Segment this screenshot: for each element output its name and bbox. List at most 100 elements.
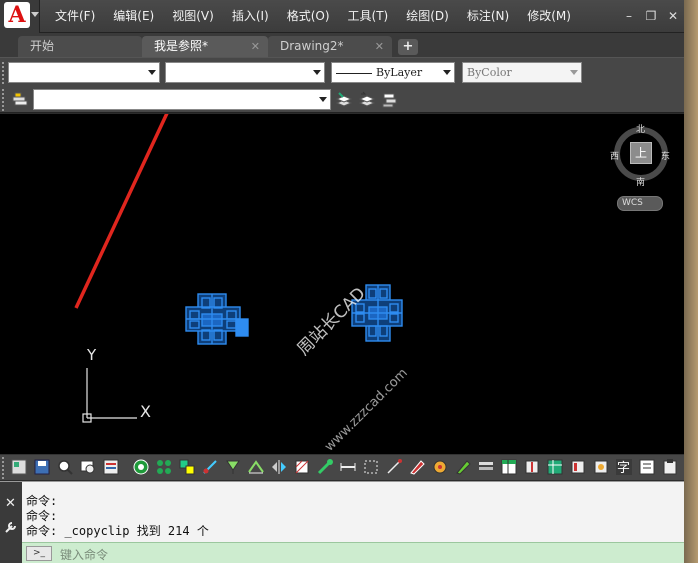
point-icon[interactable] <box>201 458 219 476</box>
desktop-background-edge <box>684 0 698 563</box>
menu-dimension[interactable]: 标注(N) <box>458 0 518 33</box>
command-history: 命令: 命令: 命令: _copyclip 找到 214 个 <box>26 494 209 539</box>
save-icon[interactable] <box>33 458 51 476</box>
explode-icon[interactable] <box>431 458 449 476</box>
circle-icon[interactable] <box>132 458 150 476</box>
floor-plan-block-1[interactable] <box>185 293 249 345</box>
dimension-icon[interactable] <box>224 458 242 476</box>
new-tab-button[interactable]: + <box>398 39 418 55</box>
wcs-menu-button[interactable]: WCS <box>617 196 663 211</box>
close-tab-icon[interactable]: ✕ <box>251 36 260 57</box>
align-icon[interactable] <box>247 458 265 476</box>
restore-button[interactable]: ❐ <box>644 9 658 23</box>
menu-modify[interactable]: 修改(M) <box>518 0 580 33</box>
tab-label: 开始 <box>30 39 55 53</box>
draw-pen-icon[interactable] <box>454 458 472 476</box>
search-icon[interactable] <box>56 458 74 476</box>
menu-tools[interactable]: 工具(T) <box>339 0 398 33</box>
attach-icon[interactable] <box>592 458 610 476</box>
menu-draw[interactable]: 绘图(D) <box>397 0 458 33</box>
mtext-icon[interactable] <box>638 458 656 476</box>
compass-north[interactable]: 北 <box>636 122 645 135</box>
layers-toolbar <box>0 87 684 113</box>
ucs-icon <box>82 368 137 423</box>
chevron-down-icon <box>148 70 156 75</box>
autocad-logo-icon: A <box>4 2 30 28</box>
tab-drawing2[interactable]: Drawing2* ✕ <box>268 36 392 57</box>
viewcube[interactable]: 上 北 南 东 西 <box>610 122 674 188</box>
properties-icon[interactable] <box>102 458 120 476</box>
select-window-icon[interactable] <box>362 458 380 476</box>
mirror-icon[interactable] <box>270 458 288 476</box>
toolbar-grip[interactable] <box>2 62 6 84</box>
command-prompt-icon[interactable]: >_ <box>26 546 52 561</box>
menu-items: 文件(F) 编辑(E) 视图(V) 插入(I) 格式(O) 工具(T) 绘图(D… <box>46 0 580 33</box>
viewcube-top-face[interactable]: 上 <box>630 142 652 164</box>
command-input[interactable]: >_ 键入命令 <box>22 542 684 563</box>
tab-start[interactable]: 开始 <box>18 36 142 57</box>
text-icon[interactable]: 字 <box>615 458 633 476</box>
drawing-content <box>74 114 403 423</box>
line-icon[interactable] <box>385 458 403 476</box>
wrench-icon[interactable] <box>4 520 18 534</box>
wcs-label: WCS <box>622 198 643 208</box>
compass-west[interactable]: 西 <box>610 149 619 162</box>
menu-view[interactable]: 视图(V) <box>163 0 223 33</box>
stretch-icon[interactable] <box>316 458 334 476</box>
layer-states-icon[interactable] <box>381 91 399 109</box>
make-current-layer-icon[interactable] <box>335 91 353 109</box>
linetype-dropdown[interactable]: ByLayer <box>331 62 455 83</box>
insert-block-icon[interactable] <box>523 458 541 476</box>
grid-table-icon[interactable] <box>546 458 564 476</box>
close-tab-icon[interactable]: ✕ <box>375 36 384 57</box>
current-layer-dropdown[interactable] <box>33 89 331 110</box>
window-controls: – ❐ ✕ <box>622 9 680 23</box>
dropdown-arrow-icon <box>31 12 39 17</box>
command-line-sidebar: ✕ <box>0 482 22 563</box>
layer-previous-icon[interactable] <box>358 91 376 109</box>
application-menu-button[interactable]: A <box>0 0 40 33</box>
close-button[interactable]: ✕ <box>666 9 680 23</box>
plotstyle-value: ByColor <box>467 66 512 79</box>
layer-dropdown[interactable] <box>8 62 160 83</box>
tab-label: 我是参照* <box>154 39 209 53</box>
array-icon[interactable] <box>155 458 173 476</box>
hatch-icon[interactable] <box>293 458 311 476</box>
autocad-window: A 文件(F) 编辑(E) 视图(V) 插入(I) 格式(O) 工具(T) 绘图… <box>0 0 698 563</box>
menu-format[interactable]: 格式(O) <box>278 0 339 33</box>
compass-south[interactable]: 南 <box>636 175 645 188</box>
svg-text:字: 字 <box>617 461 630 476</box>
command-line-window: ✕ 命令: 命令: 命令: _copyclip 找到 214 个 >_ 键入命令 <box>0 481 684 563</box>
linetype-value: ByLayer <box>376 66 423 79</box>
compass-east[interactable]: 东 <box>661 149 670 162</box>
zoom-window-icon[interactable] <box>79 458 97 476</box>
drawing-canvas[interactable]: Y X 周站长CAD www.zzzcad.com 上 北 南 东 西 WCS <box>0 114 684 454</box>
layer-properties-icon[interactable] <box>11 91 29 109</box>
pencil-icon[interactable] <box>408 458 426 476</box>
minimize-button[interactable]: – <box>622 9 636 23</box>
line-sample-icon <box>336 72 372 74</box>
properties-toolbar: ByLayer ByColor <box>0 57 684 87</box>
table-icon[interactable] <box>500 458 518 476</box>
tab-label: Drawing2* <box>280 39 344 53</box>
toolbar-grip[interactable] <box>2 457 6 479</box>
layer-lines-icon[interactable] <box>477 458 495 476</box>
chevron-down-icon <box>313 70 321 75</box>
group-icon[interactable] <box>178 458 196 476</box>
toolbar-grip[interactable] <box>2 89 6 111</box>
close-command-line-icon[interactable]: ✕ <box>5 496 16 511</box>
plotstyle-dropdown[interactable]: ByColor <box>462 62 582 83</box>
tab-reference-drawing[interactable]: 我是参照* ✕ <box>142 36 268 57</box>
layer-state-dropdown[interactable] <box>165 62 325 83</box>
menu-file[interactable]: 文件(F) <box>46 0 104 33</box>
menu-insert[interactable]: 插入(I) <box>223 0 278 33</box>
external-reference-icon[interactable] <box>569 458 587 476</box>
command-history-line: 命令: <box>26 494 58 508</box>
distance-icon[interactable] <box>339 458 357 476</box>
paste-icon[interactable] <box>661 458 679 476</box>
command-input-placeholder: 键入命令 <box>60 548 109 562</box>
annotation-arrow <box>74 114 169 309</box>
blocks-icon[interactable] <box>10 458 28 476</box>
command-history-line: 命令: _copyclip 找到 214 个 <box>26 524 209 538</box>
menu-edit[interactable]: 编辑(E) <box>104 0 163 33</box>
